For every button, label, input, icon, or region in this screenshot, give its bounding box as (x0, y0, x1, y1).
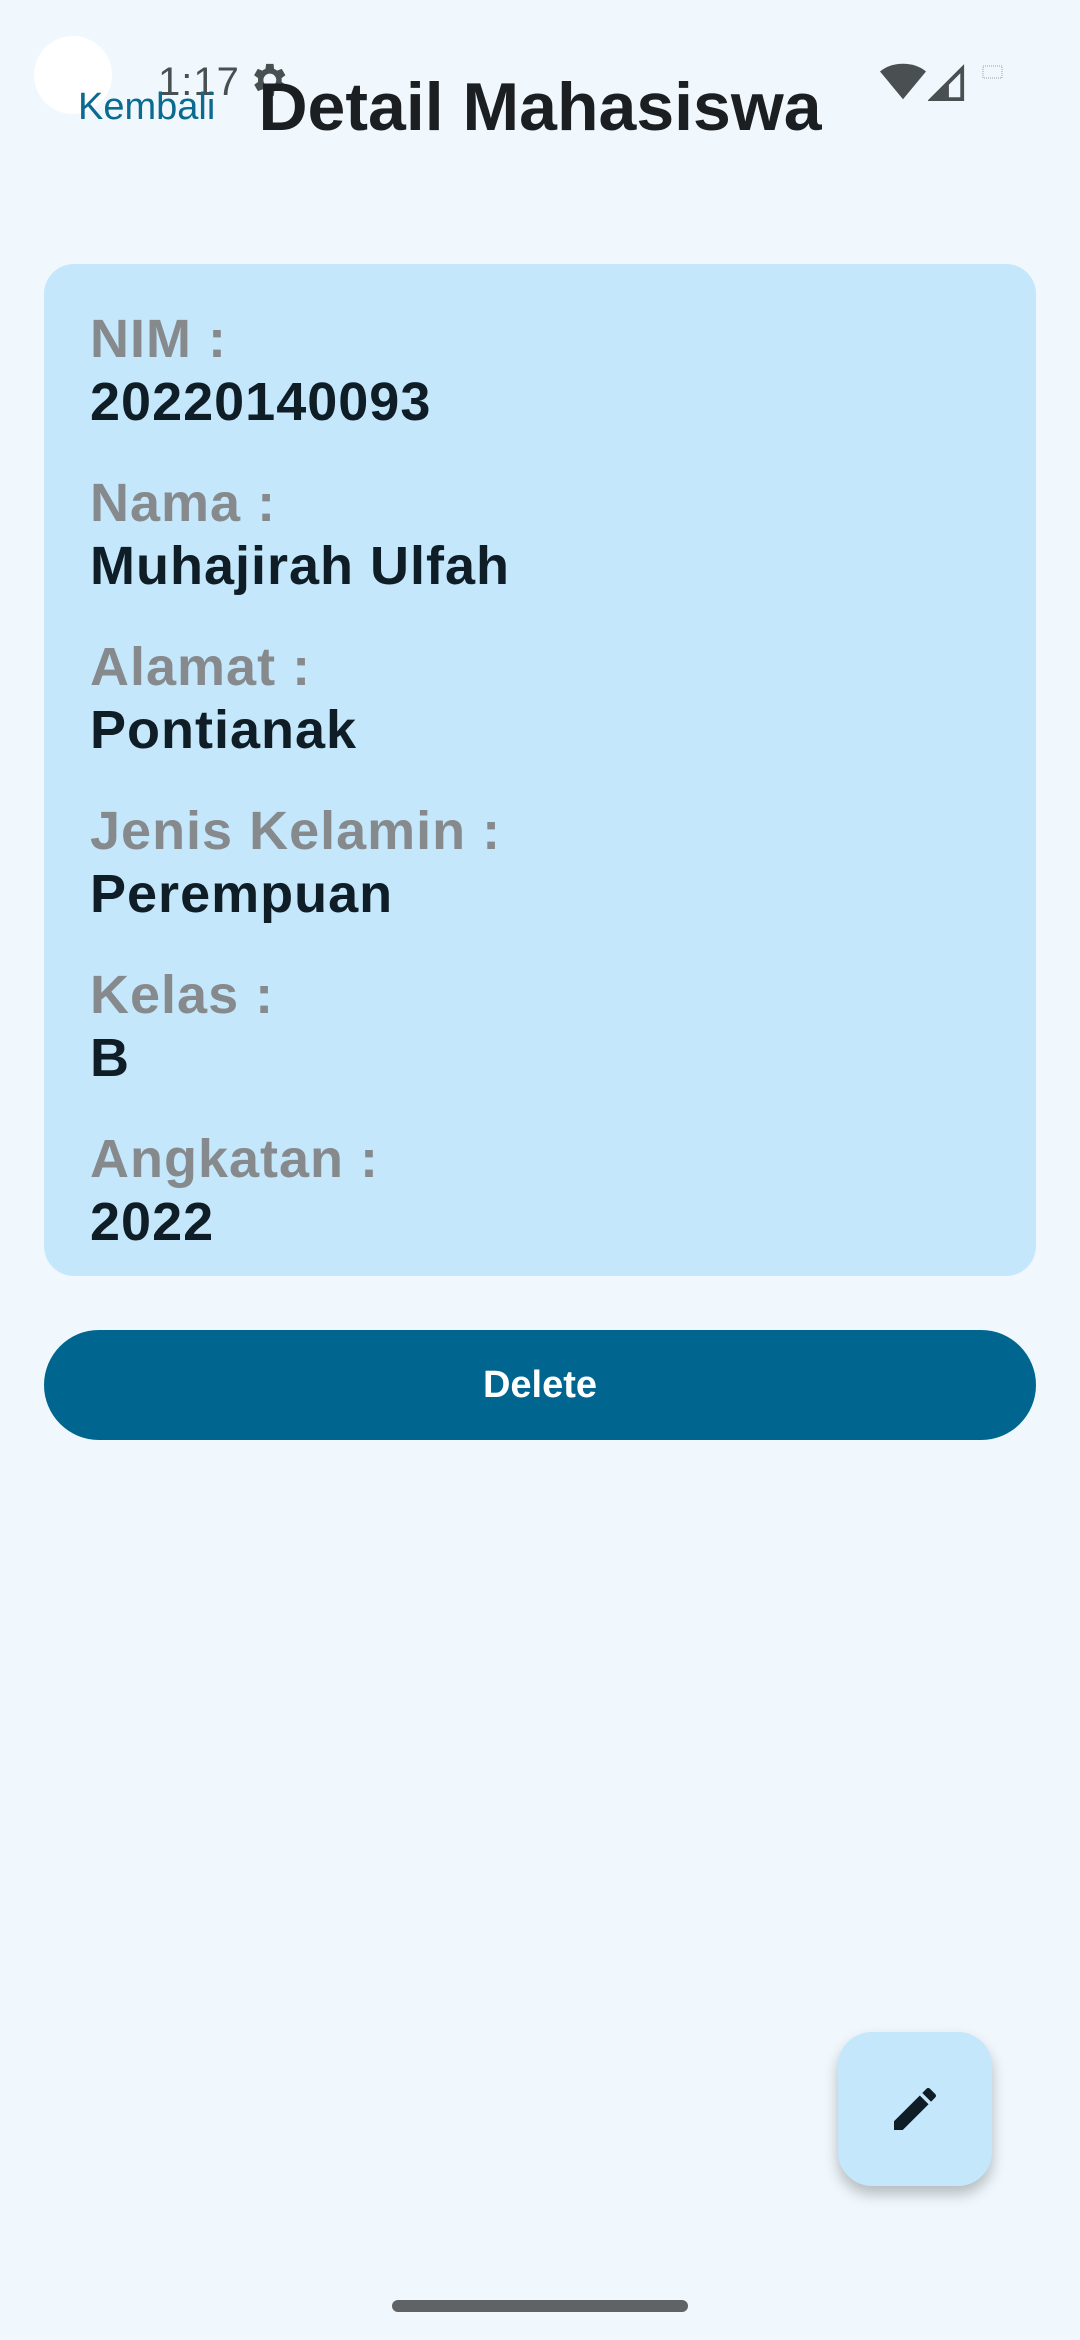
field-value: 2022 (90, 1192, 215, 1252)
edit-fab-button[interactable] (838, 2032, 992, 2186)
field-value: B (90, 1028, 130, 1088)
field-nama: Nama : Muhajirah Ulfah (90, 472, 990, 598)
page-title: Detail Mahasiswa (258, 69, 822, 145)
delete-button[interactable]: Delete (44, 1330, 1036, 1440)
field-nim: NIM : 20220140093 (90, 308, 990, 434)
field-label: Alamat : (90, 637, 312, 697)
app-screen: 1:17 Kembali Detail Mahasiswa NIM : 2022… (0, 0, 1080, 2340)
student-detail-card: NIM : 20220140093 Nama : Muhajirah Ulfah… (44, 264, 1036, 1276)
gesture-bar[interactable] (392, 2300, 688, 2312)
field-value: Pontianak (90, 700, 358, 760)
field-value: Muhajirah Ulfah (90, 536, 511, 596)
field-label: Nama : (90, 473, 277, 533)
field-label: Jenis Kelamin : (90, 801, 502, 861)
field-kelas: Kelas : B (90, 964, 990, 1090)
field-alamat: Alamat : Pontianak (90, 636, 990, 762)
field-value: 20220140093 (90, 372, 432, 432)
field-label: Angkatan : (90, 1129, 380, 1189)
field-label: Kelas : (90, 965, 275, 1025)
pencil-icon (894, 2087, 937, 2130)
field-value: Perempuan (90, 864, 394, 924)
field-angkatan: Angkatan : 2022 (90, 1128, 990, 1254)
field-label: NIM : (90, 309, 227, 369)
field-jenis-kelamin: Jenis Kelamin : Perempuan (90, 800, 990, 926)
